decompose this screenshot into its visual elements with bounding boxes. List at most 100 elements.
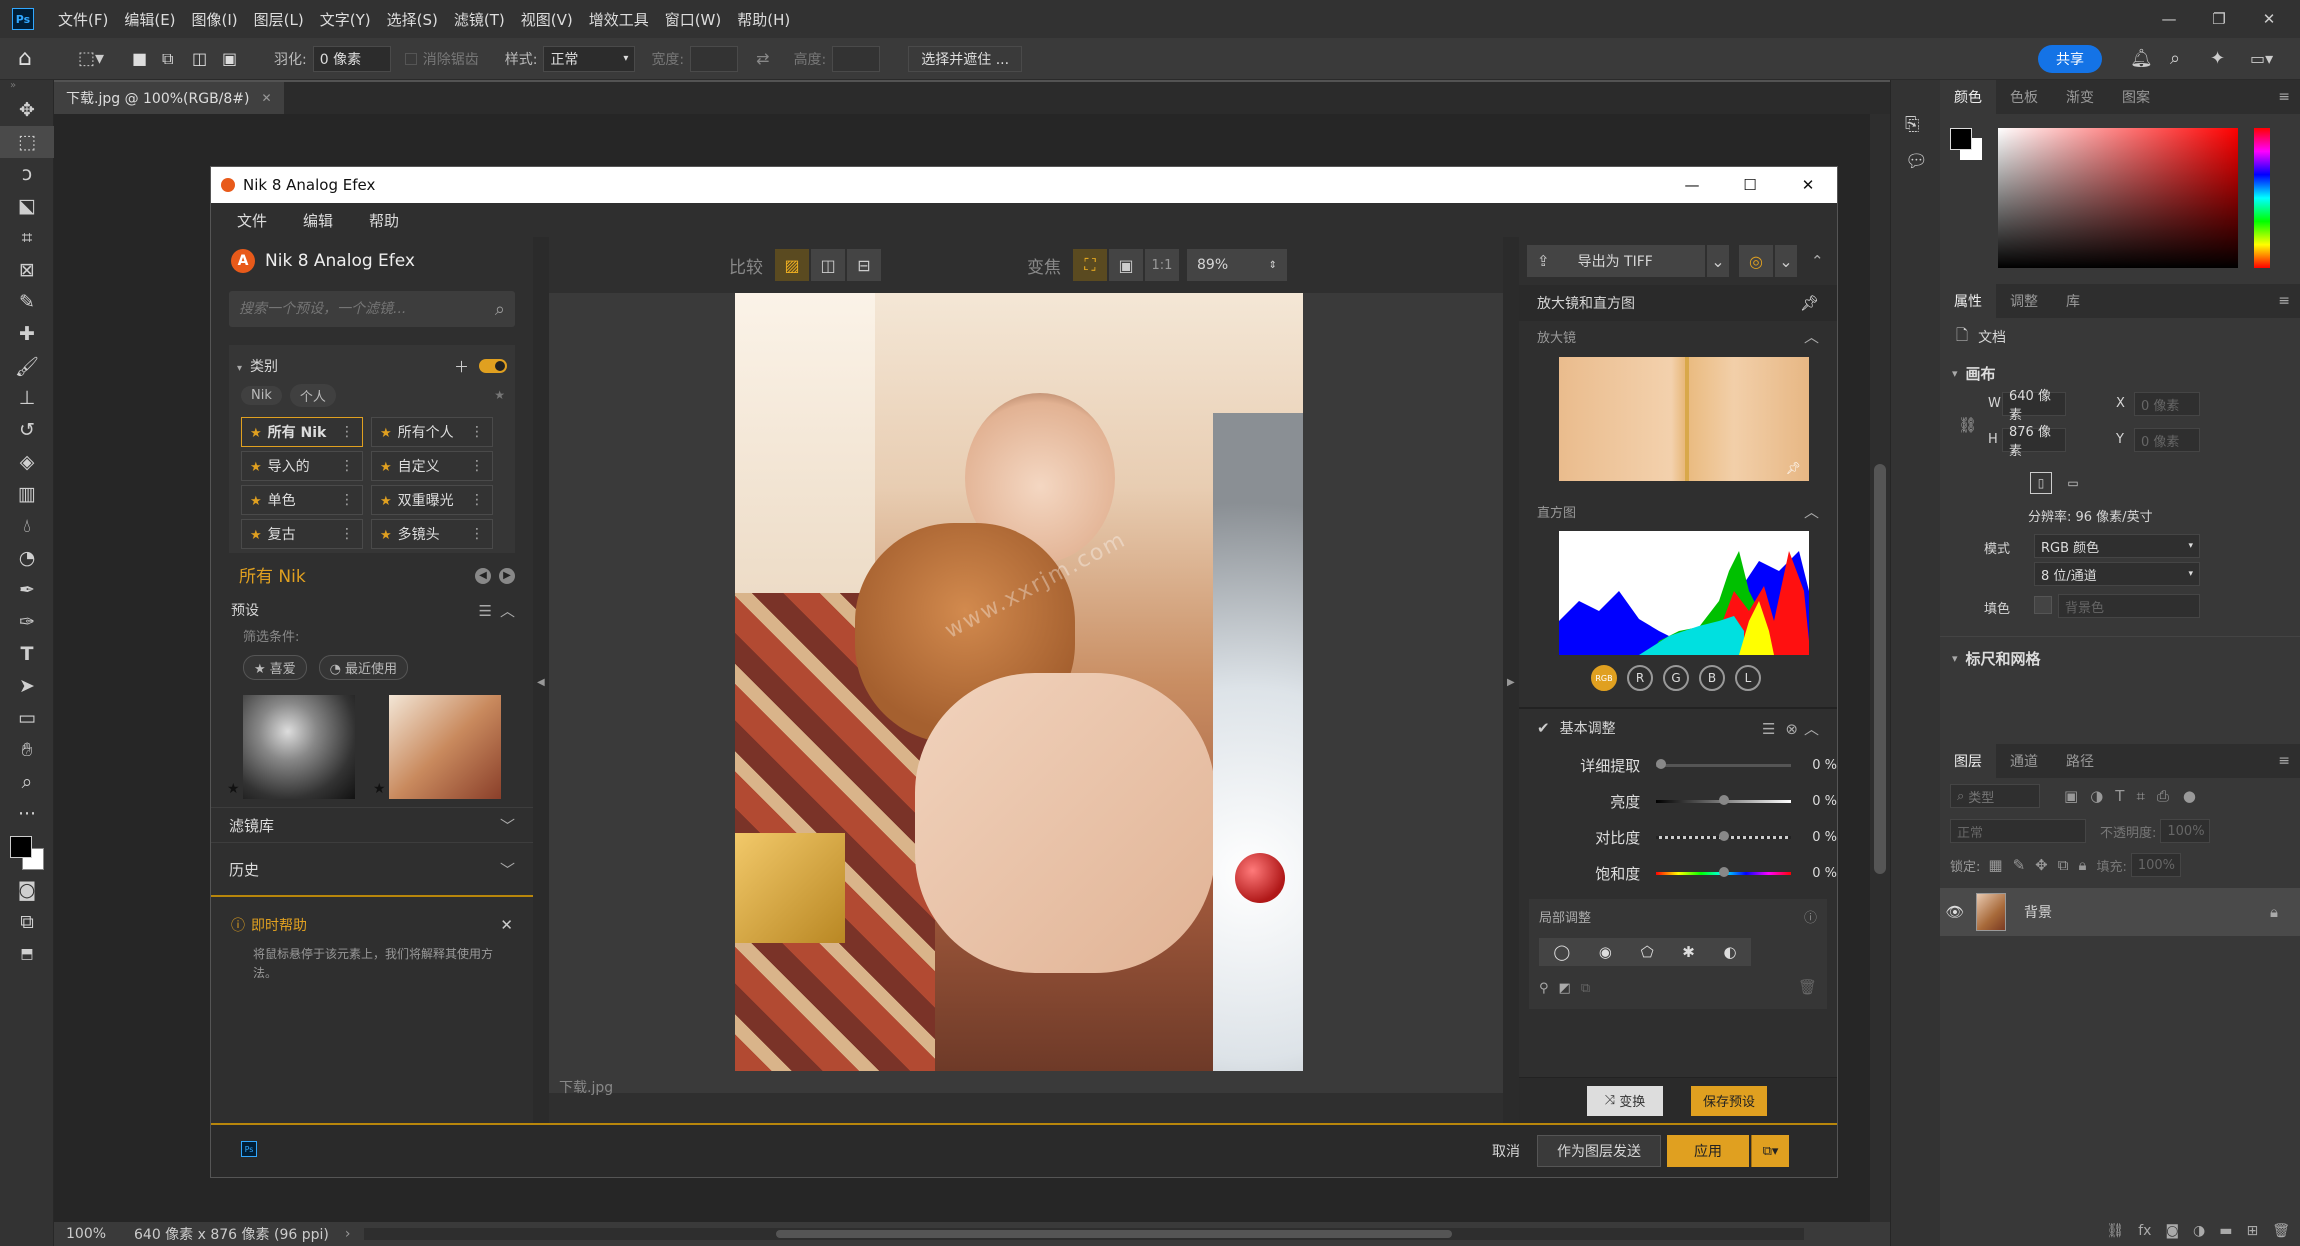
kebab-icon[interactable]: ⋮ xyxy=(340,424,354,440)
categories-toggle[interactable] xyxy=(479,359,507,373)
color-field[interactable] xyxy=(1998,128,2238,268)
pin-icon[interactable]: 📌︎ xyxy=(1800,294,1819,312)
mask-brush-icon[interactable]: ◉ xyxy=(1599,943,1612,961)
filter-all-nik[interactable]: ★ 所有 Nik ⋮ xyxy=(241,417,363,447)
slider-saturation-track[interactable] xyxy=(1656,866,1792,877)
link-layers-icon[interactable]: ⛓︎ xyxy=(2106,1223,2124,1239)
hue-slider[interactable] xyxy=(2254,128,2270,268)
filter-multi-lens[interactable]: ★ 多镜头 ⋮ xyxy=(371,519,493,549)
stamp-tool-icon[interactable]: ⊥ xyxy=(0,382,54,414)
visibility-eye-icon[interactable]: 👁︎ xyxy=(1940,903,1970,921)
nik-menu-edit[interactable]: 编辑 xyxy=(303,210,333,231)
show-mask-icon[interactable]: ⚲ xyxy=(1539,981,1549,996)
close-icon[interactable]: ✕ xyxy=(2244,10,2294,28)
layer-kind-filter[interactable]: ⌕ 类型 xyxy=(1950,784,2040,808)
export-tiff-button[interactable]: ⇪ 导出为 TIFF xyxy=(1527,245,1705,277)
lock-position-icon[interactable]: ✥ xyxy=(2035,856,2048,874)
preset-search-input[interactable] xyxy=(239,301,469,317)
cat-tag-nik[interactable]: Nik xyxy=(241,385,282,405)
zoom-select[interactable]: 89% ⇕ xyxy=(1187,249,1287,281)
swap-button[interactable]: ⤨ 变换 xyxy=(1587,1085,1663,1116)
loupe-collapse-icon[interactable]: ︿ xyxy=(1804,326,1819,347)
share-button[interactable]: 共享 xyxy=(2038,44,2102,73)
healing-tool-icon[interactable]: ✚ xyxy=(0,318,54,350)
channel-g-button[interactable]: G xyxy=(1663,665,1689,691)
right-panel-collapse-icon[interactable]: ▶ xyxy=(1507,677,1515,688)
next-group-icon[interactable]: ▶ xyxy=(499,568,515,584)
link-icon[interactable]: ⛓︎ xyxy=(1958,416,1977,434)
color-swatches[interactable] xyxy=(0,830,54,874)
favorites-tag[interactable]: ★ 喜爱 xyxy=(243,654,307,680)
filter-all-personal[interactable]: ★ 所有个人 ⋮ xyxy=(371,417,493,447)
color-range-icon[interactable]: ◐ xyxy=(1724,943,1737,961)
fill-swatch[interactable] xyxy=(2034,596,2052,614)
slider-detail-track[interactable] xyxy=(1656,758,1792,769)
dodge-tool-icon[interactable]: ◔ xyxy=(0,542,54,574)
recent-tag[interactable]: ◔ 最近使用 xyxy=(318,654,409,680)
basic-adjust-checkbox[interactable]: ✔ xyxy=(1537,719,1550,737)
filter-toggle-icon[interactable]: ● xyxy=(2183,787,2196,805)
compare-side-by-side-icon[interactable]: ◫ xyxy=(811,249,845,281)
filter-imported[interactable]: ★ 导入的 ⋮ xyxy=(241,451,363,481)
filter-custom[interactable]: ★ 自定义 ⋮ xyxy=(371,451,493,481)
presets-collapse-icon[interactable]: ︿ xyxy=(500,602,515,620)
preview-photo[interactable]: www.xxrjm.com xyxy=(735,293,1303,1071)
fx-icon[interactable]: fx xyxy=(2138,1223,2151,1239)
slider-detail[interactable]: 详细提取 0 % xyxy=(1519,747,1837,783)
filter-smart-icon[interactable]: ⎙ xyxy=(2157,787,2169,805)
foreground-color-swatch[interactable] xyxy=(10,836,32,858)
menu-file[interactable]: 文件(F) xyxy=(58,9,108,30)
collapse-icon[interactable]: » xyxy=(0,80,53,94)
loupe-view[interactable]: 📌︎ xyxy=(1559,357,1809,481)
kebab-icon[interactable]: ⋮ xyxy=(470,424,484,440)
send-as-layer-button[interactable]: 作为图层发送 xyxy=(1537,1135,1661,1167)
home-icon[interactable]: ⌂ xyxy=(18,46,58,71)
restore-icon[interactable]: ❐ xyxy=(2194,10,2244,28)
lasso-tool-icon[interactable]: ↄ xyxy=(0,158,54,190)
quick-mask-icon[interactable]: ◙ xyxy=(0,874,54,906)
tab-swatches[interactable]: 色板 xyxy=(1996,80,2052,114)
save-preset-button[interactable]: 保存预设 xyxy=(1691,1085,1767,1116)
tab-libraries[interactable]: 库 xyxy=(2052,284,2094,318)
pen-tool-icon[interactable]: ✒ xyxy=(0,574,54,606)
compare-stacked-icon[interactable]: ⊟ xyxy=(847,249,881,281)
eyedropper-tool-icon[interactable]: ✎ xyxy=(0,286,54,318)
workspace-icon[interactable]: ▭▾ xyxy=(2250,49,2300,68)
pen2-tool-icon[interactable]: ✑ xyxy=(0,606,54,638)
kebab-icon[interactable]: ⋮ xyxy=(470,458,484,474)
slider-handle[interactable] xyxy=(1719,794,1730,805)
preset-thumb-color[interactable]: ★ xyxy=(373,695,501,799)
local-help-icon[interactable]: ⓘ xyxy=(1804,907,1817,926)
tab-layers[interactable]: 图层 xyxy=(1940,744,1996,778)
filter-shape-icon[interactable]: ⌗ xyxy=(2136,787,2144,805)
add-mask-icon[interactable]: ◙ xyxy=(2165,1223,2179,1239)
luminosity-icon[interactable]: ✱ xyxy=(1682,943,1695,961)
tab-adjustments[interactable]: 调整 xyxy=(1996,284,2052,318)
h-scroll-thumb[interactable] xyxy=(776,1230,1453,1238)
add-category-icon[interactable]: ＋ xyxy=(454,356,469,377)
mode-select[interactable]: RGB 颜色 ▾ xyxy=(2034,534,2200,558)
scrollbar-thumb[interactable] xyxy=(1874,464,1886,874)
slider-handle[interactable] xyxy=(1719,830,1730,841)
feather-input[interactable]: 0 像素 xyxy=(312,45,391,72)
swap-dimensions-icon[interactable]: ⇄ xyxy=(756,49,769,68)
x-field[interactable]: 0 像素 xyxy=(2134,392,2200,416)
blend-mode-select[interactable]: 正常 xyxy=(1950,819,2086,843)
y-field[interactable]: 0 像素 xyxy=(2134,428,2200,452)
screen-mode-icon[interactable]: ⧉ xyxy=(0,906,54,938)
slider-brightness[interactable]: 亮度 0 % xyxy=(1519,783,1837,819)
preset-thumb-bw[interactable]: ★ xyxy=(227,695,355,799)
height-field[interactable]: 876 像素 xyxy=(2002,425,2066,459)
frame-tool-icon[interactable]: ⊠ xyxy=(0,254,54,286)
history-expand-icon[interactable]: ﹀ xyxy=(500,859,515,880)
tab-color[interactable]: 颜色 xyxy=(1940,80,1996,114)
height-input[interactable] xyxy=(832,45,881,72)
more-tools-icon[interactable]: ··· xyxy=(0,798,54,830)
menu-view[interactable]: 视图(V) xyxy=(521,9,573,30)
lock-artboard-icon[interactable]: ⧉ xyxy=(2058,856,2069,874)
duplicate-icon[interactable]: ⧉ xyxy=(1581,981,1590,996)
zoom-fill-icon[interactable]: ▣ xyxy=(1109,249,1143,281)
tab-channels[interactable]: 通道 xyxy=(1996,744,2052,778)
menu-edit[interactable]: 编辑(E) xyxy=(124,9,175,30)
zoom-one-to-one[interactable]: 1:1 xyxy=(1145,249,1179,281)
